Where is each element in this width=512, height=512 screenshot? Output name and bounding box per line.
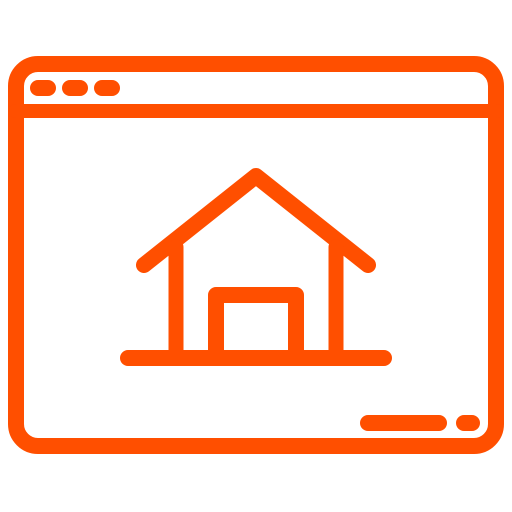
- house-door: [208, 287, 304, 362]
- icon-canvas: [0, 0, 512, 512]
- browser-window-home-icon: [8, 56, 504, 454]
- window-frame: [8, 56, 504, 454]
- house-icon: [120, 168, 392, 366]
